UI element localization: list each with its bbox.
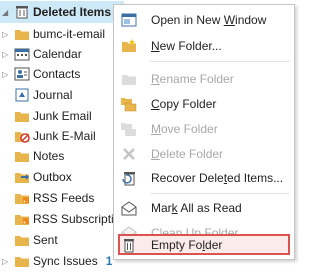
chevron-down-icon[interactable]: ◢ (2, 8, 10, 17)
menu-item-label: Open in New Window (151, 13, 267, 27)
menu-item-recover-deleted-items[interactable]: Recover Deleted Items... (114, 167, 294, 189)
sync-icon (15, 257, 29, 267)
unread-count-badge: 1 (105, 254, 113, 268)
empty-folder-icon (124, 238, 134, 252)
chevron-right-icon[interactable]: ▷ (2, 30, 10, 39)
folder-label: Junk Email (33, 109, 92, 123)
rss-icon (15, 215, 29, 225)
folder-label: Deleted Items (33, 5, 112, 19)
menu-item-label: Rename Folder (151, 72, 234, 86)
move-folder-icon (121, 123, 136, 136)
folder-icon (15, 152, 29, 162)
menu-item-label: Mark All as Read (151, 201, 242, 215)
menu-item-empty-folder[interactable]: Empty Folder (118, 234, 290, 255)
journal-icon (15, 88, 29, 102)
folder-label: Calendar (33, 47, 82, 61)
menu-item-label: Move Folder (151, 122, 218, 136)
mark-read-icon (121, 201, 137, 216)
folder-label: Sent (33, 233, 58, 247)
folder-label: bumc-it-email (33, 27, 106, 41)
context-menu: Open in New Window New Folder... Rename … (113, 4, 295, 260)
menu-item-delete-folder[interactable]: Delete Folder (114, 143, 294, 165)
menu-item-rename-folder[interactable]: Rename Folder (114, 68, 294, 90)
menu-item-label: New Folder... (151, 39, 222, 53)
menu-item-copy-folder[interactable]: Copy Folder (114, 93, 294, 115)
menu-item-move-folder[interactable]: Move Folder (114, 118, 294, 140)
folder-label: Journal (33, 88, 73, 102)
rename-folder-icon (122, 75, 136, 85)
copy-folder-icon (121, 98, 137, 112)
folder-label: Contacts (33, 67, 81, 81)
chevron-right-icon[interactable]: ▷ (2, 70, 10, 79)
menu-separator (150, 61, 290, 62)
folder-label: RSS Feeds (33, 191, 95, 205)
menu-separator (150, 193, 290, 194)
trash-icon (16, 6, 28, 19)
menu-item-mark-all-as-read[interactable]: Mark All as Read (114, 197, 294, 219)
recover-icon (122, 172, 135, 186)
folder-icon (15, 112, 29, 122)
junk-icon (15, 132, 30, 143)
folder-label: Notes (33, 149, 65, 163)
menu-item-label: Copy Folder (151, 97, 217, 111)
folder-label: Sync Issues (33, 254, 98, 268)
menu-item-new-folder[interactable]: New Folder... (114, 35, 294, 57)
menu-item-label: Recover Deleted Items... (151, 171, 284, 185)
new-folder-icon (122, 39, 136, 52)
menu-item-open-in-new-window[interactable]: Open in New Window (114, 9, 294, 31)
contacts-icon (14, 67, 30, 81)
menu-item-label: Delete Folder (151, 147, 224, 161)
chevron-right-icon[interactable]: ▷ (2, 50, 10, 59)
folder-item-deleted-items[interactable]: ◢ Deleted Items (0, 1, 124, 23)
outbox-icon (15, 173, 29, 183)
folder-label: Outbox (33, 170, 72, 184)
delete-folder-icon (123, 148, 135, 160)
calendar-icon (14, 48, 30, 61)
folder-icon (15, 236, 29, 246)
new-window-icon (121, 13, 137, 27)
chevron-right-icon[interactable]: ▷ (2, 257, 10, 266)
rss-icon (15, 194, 29, 204)
menu-item-label: Empty Folder (151, 237, 223, 252)
folder-icon (15, 30, 29, 40)
folder-label: Junk E-Mail (33, 129, 96, 143)
